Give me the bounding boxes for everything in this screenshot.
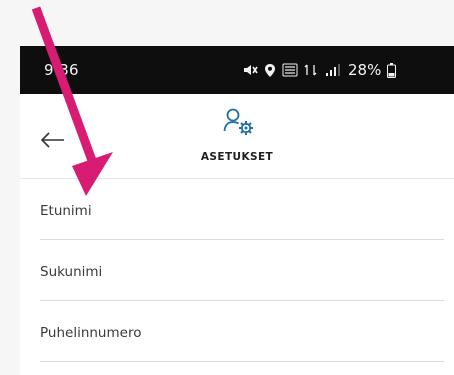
phone-number-field[interactable]: Puhelinnumero — [20, 301, 454, 362]
signal-icon — [326, 64, 340, 76]
first-name-label: Etunimi — [40, 203, 92, 219]
phone-screen: 9:36 28% ASETUKSET Etunimi Sukunimi Puhe… — [20, 46, 454, 375]
status-icons: 28% — [242, 60, 397, 80]
battery-icon — [387, 62, 397, 78]
arrow-left-icon[interactable] — [40, 131, 66, 149]
last-name-field[interactable]: Sukunimi — [20, 240, 454, 301]
user-settings-icon — [223, 108, 253, 135]
last-name-label: Sukunimi — [40, 264, 103, 280]
volte-icon — [282, 63, 298, 77]
page-title: ASETUKSET — [200, 151, 274, 163]
status-time: 9:36 — [44, 61, 79, 79]
app-header: ASETUKSET — [20, 94, 454, 178]
battery-level: 28% — [348, 61, 382, 79]
network-4g-icon — [304, 64, 317, 76]
phone-number-label: Puhelinnumero — [40, 325, 142, 341]
location-icon — [265, 63, 275, 77]
first-name-field[interactable]: Etunimi — [20, 179, 454, 240]
mute-icon — [244, 65, 258, 75]
profile-form: Etunimi Sukunimi Puhelinnumero — [20, 179, 454, 362]
field-underline — [40, 361, 444, 362]
status-bar: 9:36 28% — [20, 46, 454, 94]
